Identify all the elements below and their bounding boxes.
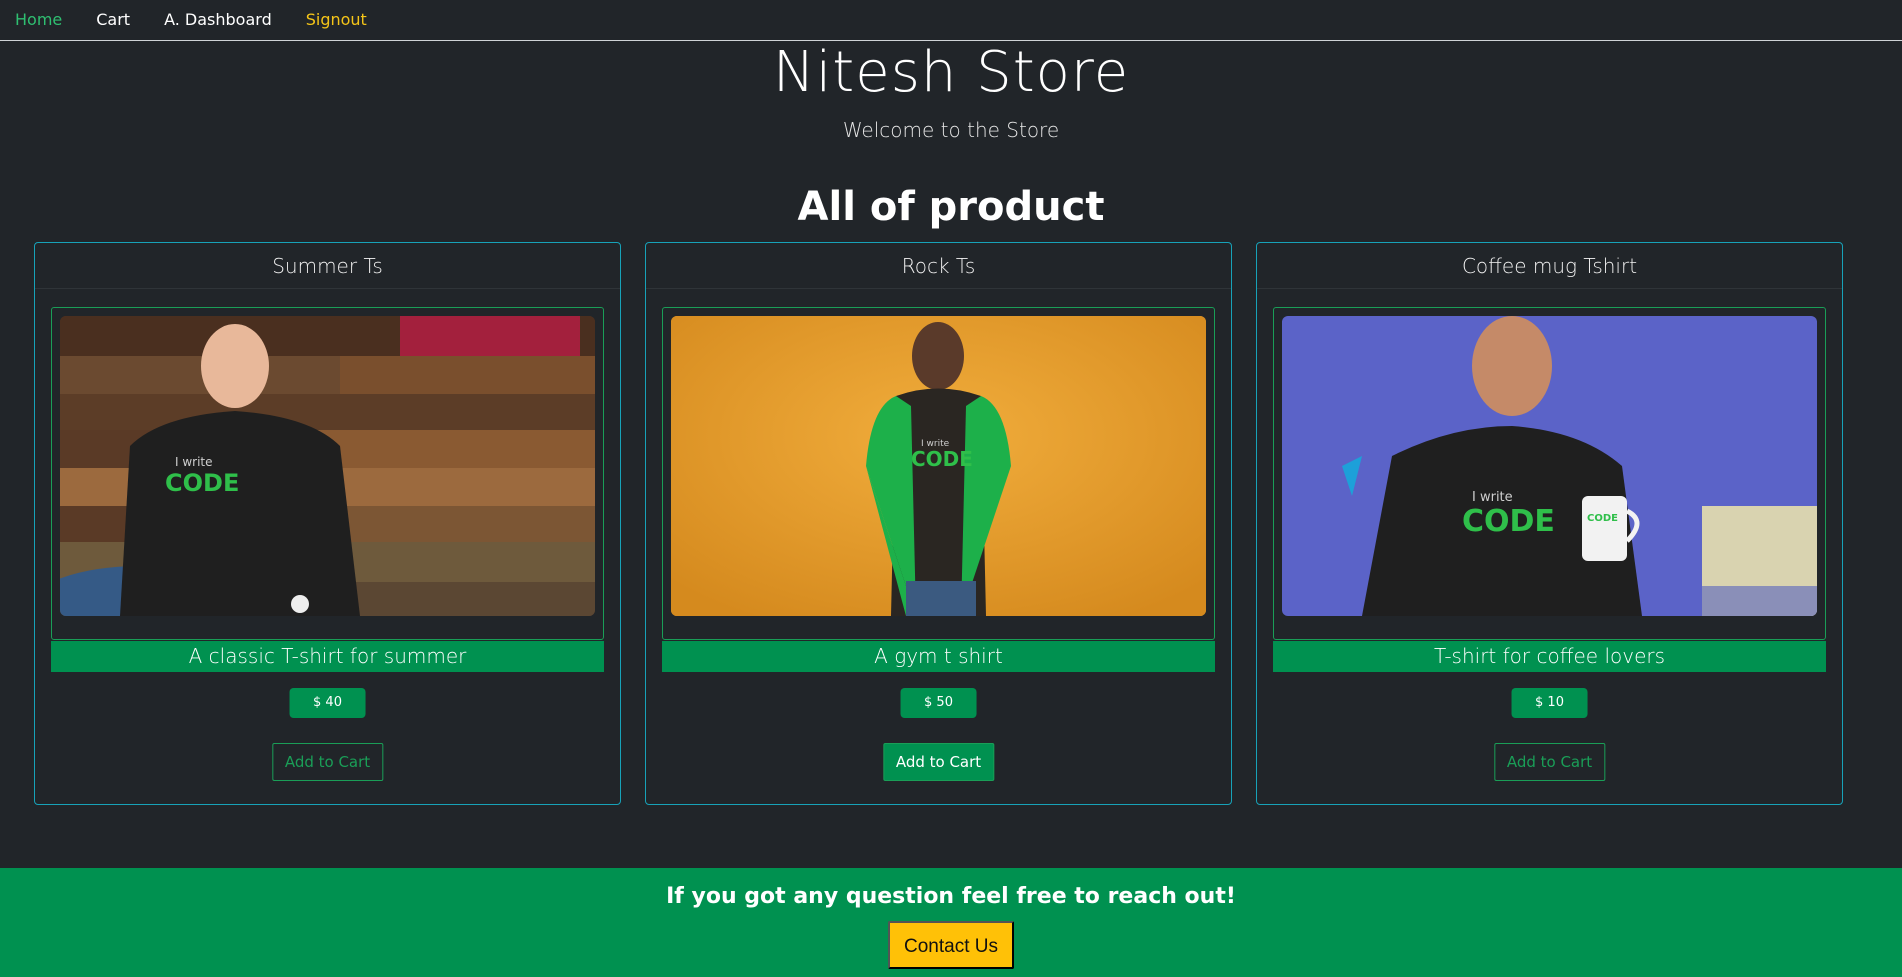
nav-cart-link[interactable]: Cart [96,1,130,39]
section-title: All of product [797,184,1105,230]
price-badge: $ 50 [900,688,977,718]
product-image-frame: I write CODE [662,307,1215,640]
nav-signout-link[interactable]: Signout [306,1,367,39]
site-title: Nitesh Store [772,40,1130,105]
add-to-cart-button[interactable]: Add to Cart [882,743,995,781]
product-card: Summer Ts I write CODE A classic T-shirt… [34,242,621,805]
product-image-frame: I write CODE CODE [1273,307,1826,640]
svg-text:CODE: CODE [911,447,973,471]
product-name: Coffee mug Tshirt [1257,243,1842,289]
product-name: Rock Ts [646,243,1231,289]
product-name: Summer Ts [35,243,620,289]
footer-message: If you got any question feel free to rea… [666,884,1236,909]
product-image: I write CODE [60,316,595,616]
product-description: A classic T-shirt for summer [51,641,604,672]
product-card: Coffee mug Tshirt I write CODE CODE T-sh… [1256,242,1843,805]
product-image: I write CODE [671,316,1206,616]
svg-text:I write: I write [175,455,213,469]
svg-text:CODE: CODE [165,469,239,497]
product-image-frame: I write CODE [51,307,604,640]
add-to-cart-button[interactable]: Add to Cart [271,743,384,781]
contact-us-button[interactable]: Contact Us [888,921,1014,969]
product-description: T-shirt for coffee lovers [1273,641,1826,672]
footer: If you got any question feel free to rea… [0,868,1902,977]
product-card: Rock Ts I write CODE A gym t shirt $ 50 … [645,242,1232,805]
product-image: I write CODE CODE [1282,316,1817,616]
svg-text:CODE: CODE [1462,504,1555,539]
site-subtitle: Welcome to the Store [842,118,1060,142]
add-to-cart-button[interactable]: Add to Cart [1493,743,1606,781]
svg-text:CODE: CODE [1587,513,1618,524]
product-description: A gym t shirt [662,641,1215,672]
top-navbar: Home Cart A. Dashboard Signout [0,0,1902,41]
svg-text:I write: I write [1472,490,1513,505]
nav-dashboard-link[interactable]: A. Dashboard [164,1,272,39]
price-badge: $ 10 [1511,688,1588,718]
price-badge: $ 40 [289,688,366,718]
nav-home-link[interactable]: Home [15,1,62,39]
